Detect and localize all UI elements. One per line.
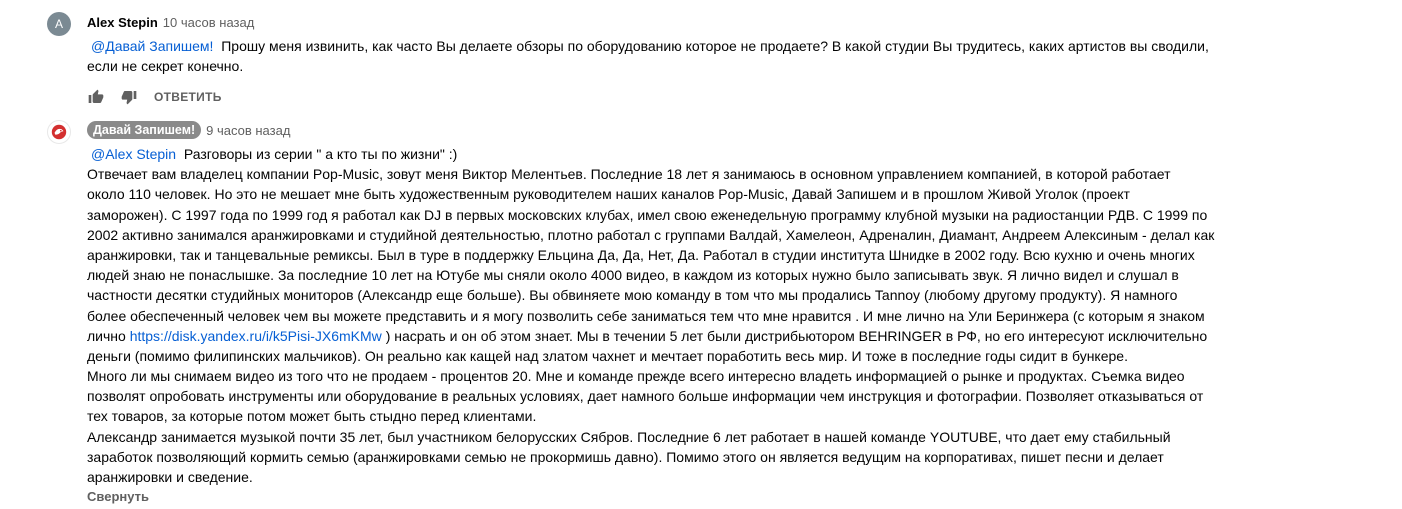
comment-actions: ОТВЕТИТЬ — [87, 87, 1397, 107]
comment-text: @Alex Stepin Разговоры из серии " а кто … — [87, 144, 1397, 487]
comment-line: @Alex Stepin Разговоры из серии " а кто … — [87, 144, 1397, 164]
comment-time[interactable]: 9 часов назад — [206, 123, 290, 138]
comment-content: Alex Stepin 10 часов назад @Давай Запише… — [87, 12, 1397, 107]
comment-text: @Давай Запишем! Прошу меня извинить, как… — [87, 36, 1397, 76]
thumbs-down-icon — [121, 91, 137, 105]
comment-line: лично https://disk.yandex.ru/i/k5Pisi-JX… — [87, 326, 1397, 346]
comment-line: Отвечает вам владелец компании Pop-Music… — [87, 166, 1171, 183]
comment-line: деньги (помимо филипинских мальчиков). О… — [87, 347, 1128, 364]
comment-text-part: Прошу меня извинить, как часто Вы делает… — [221, 38, 1209, 54]
comment-line: более обеспеченный человек чем вы можете… — [87, 307, 1205, 324]
collapse-button[interactable]: Свернуть — [87, 489, 1397, 504]
mention-link[interactable]: @Давай Запишем! — [91, 38, 213, 54]
thumbs-up-icon — [88, 90, 104, 104]
comment-line: Александр занимается музыкой почти 35 ле… — [87, 428, 1171, 445]
like-button[interactable] — [87, 88, 105, 106]
comment-content: Давай Запишем! 9 часов назад @Alex Stepi… — [87, 120, 1397, 504]
comment-header: Давай Запишем! 9 часов назад — [87, 120, 1397, 140]
comment-line: около 110 человек. Но это не мешает мне … — [87, 186, 1130, 203]
comment-text-part: ) насрать и он об этом знает. Мы в течен… — [385, 327, 1208, 344]
avatar[interactable]: A — [47, 12, 71, 36]
comment-line: заморожен). С 1997 года по 1999 год я ра… — [87, 206, 1208, 223]
comment-time[interactable]: 10 часов назад — [163, 15, 255, 30]
comment-author[interactable]: Alex Stepin — [87, 15, 158, 30]
mention-link[interactable]: @Alex Stepin — [91, 146, 176, 162]
comment-header: Alex Stepin 10 часов назад — [87, 12, 1397, 32]
avatar-letter: A — [54, 17, 63, 31]
comment-line: позволят опробовать инструменты или обор… — [87, 388, 1204, 405]
avatar[interactable] — [47, 120, 71, 144]
comment-line: 2002 активно занимался аранжировками и с… — [87, 226, 1215, 243]
dislike-button[interactable] — [120, 88, 138, 106]
reply-button[interactable]: ОТВЕТИТЬ — [154, 90, 222, 104]
comment-text-part: Разговоры из серии " а кто ты по жизни" … — [183, 146, 458, 162]
comment-text-part: лично — [87, 327, 126, 344]
brand-logo-icon — [51, 124, 67, 140]
comment-line: Много ли мы снимаем видео из того что не… — [87, 368, 1185, 385]
channel-owner-badge[interactable]: Давай Запишем! — [87, 121, 202, 139]
comment-line: людей знаю не понаслышке. За последние 1… — [87, 267, 1179, 284]
comment-line: частности десятки студийных мониторов (А… — [87, 287, 1178, 304]
comment-line: аранжировки, так и танцевальные ремиксы.… — [87, 246, 1195, 263]
comment-line: если не секрет конечно. — [87, 58, 244, 75]
comments-section: A Alex Stepin 10 часов назад @Давай Запи… — [0, 0, 1402, 509]
comment-line: тех товаров, за которые потом может быть… — [87, 408, 537, 425]
comment-line: заработок позволяющий кормить семью (ара… — [87, 448, 1164, 465]
external-link[interactable]: https://disk.yandex.ru/i/k5Pisi-JX6mKMw — [130, 328, 382, 344]
comment-line: @Давай Запишем! Прошу меня извинить, как… — [87, 36, 1397, 56]
comment-line: аранжировки и сведение. — [87, 469, 253, 485]
